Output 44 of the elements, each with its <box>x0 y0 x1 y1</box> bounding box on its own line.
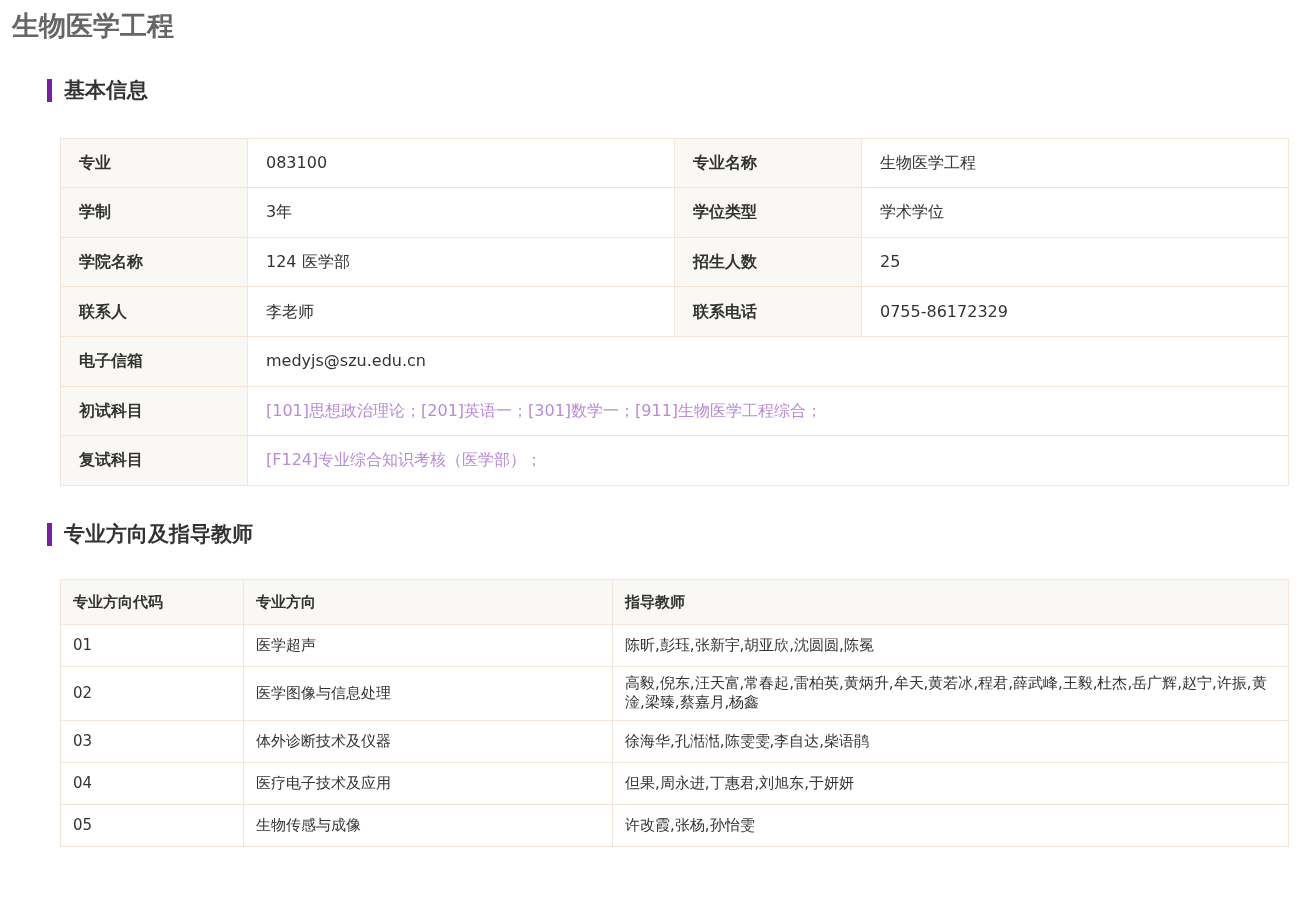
field-label: 初试科目 <box>60 386 248 436</box>
subject-link[interactable]: [F124]专业综合知识考核（医学部）； <box>266 450 543 470</box>
field-label: 学制 <box>60 187 248 238</box>
heading-accent-bar <box>47 522 52 546</box>
field-label: 学位类型 <box>674 187 862 238</box>
table-cell: 医学超声 <box>243 624 613 667</box>
column-header: 指导教师 <box>612 579 1289 625</box>
field-label: 专业名称 <box>674 138 862 188</box>
column-header: 专业方向 <box>243 579 613 625</box>
field-value: 3年 <box>247 187 675 238</box>
field-label: 学院名称 <box>60 237 248 287</box>
table-cell: 04 <box>60 762 244 805</box>
field-value: 学术学位 <box>861 187 1289 238</box>
field-value: 生物医学工程 <box>861 138 1289 188</box>
field-value: 25 <box>861 237 1289 287</box>
field-label: 招生人数 <box>674 237 862 287</box>
table-cell: 徐海华,孔湉湉,陈雯雯,李自达,柴语鹃 <box>612 720 1289 763</box>
table-cell: 02 <box>60 666 244 721</box>
table-cell: 陈昕,彭珏,张新宇,胡亚欣,沈圆圆,陈冕 <box>612 624 1289 667</box>
table-cell: 生物传感与成像 <box>243 804 613 847</box>
section-heading: 专业方向及指导教师 <box>64 521 253 547</box>
heading-accent-bar <box>47 79 52 103</box>
field-label: 联系电话 <box>674 286 862 337</box>
field-value: medyjs@szu.edu.cn <box>247 336 1289 387</box>
column-header: 专业方向代码 <box>60 579 244 625</box>
table-cell: 05 <box>60 804 244 847</box>
field-label: 联系人 <box>60 286 248 337</box>
table-cell: 体外诊断技术及仪器 <box>243 720 613 763</box>
table-cell: 01 <box>60 624 244 667</box>
field-label: 复试科目 <box>60 435 248 486</box>
field-value: 124 医学部 <box>247 237 675 287</box>
field-value: 0755-86172329 <box>861 286 1289 337</box>
table-cell: 但果,周永进,丁惠君,刘旭东,于妍妍 <box>612 762 1289 805</box>
field-label: 电子信箱 <box>60 336 248 387</box>
page-title: 生物医学工程 <box>12 10 175 43</box>
table-cell: 医学图像与信息处理 <box>243 666 613 721</box>
field-value: 李老师 <box>247 286 675 337</box>
table-cell: 许改霞,张杨,孙怡雯 <box>612 804 1289 847</box>
field-value: 083100 <box>247 138 675 188</box>
table-cell: 03 <box>60 720 244 763</box>
field-label: 专业 <box>60 138 248 188</box>
table-cell: 医疗电子技术及应用 <box>243 762 613 805</box>
table-cell: 高毅,倪东,汪天富,常春起,雷柏英,黄炳升,牟天,黄若冰,程君,薛武峰,王毅,杜杰,岳广辉,赵宁,许振,黄淦,梁臻,蔡嘉月,杨鑫 <box>612 666 1289 721</box>
section-heading: 基本信息 <box>64 78 148 104</box>
